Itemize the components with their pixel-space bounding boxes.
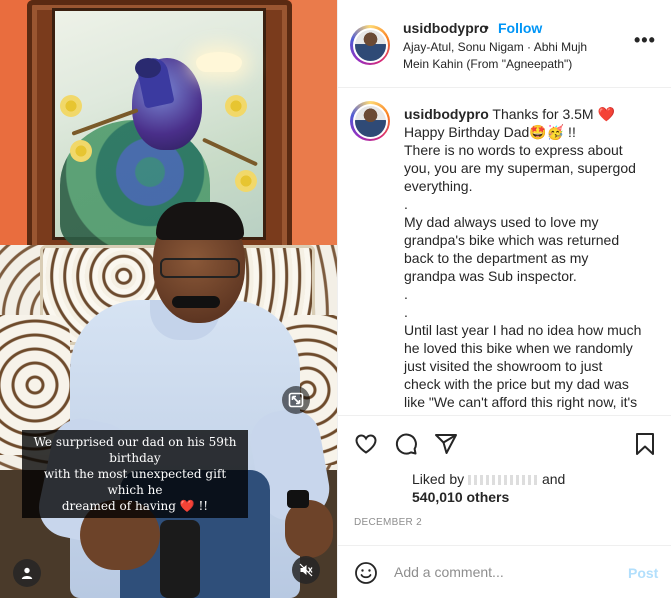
caption-line: back to the department as my bbox=[404, 250, 589, 266]
peacock-head bbox=[135, 58, 161, 78]
caption-line: he loved this bike when we randomly bbox=[404, 340, 633, 356]
mute-icon bbox=[299, 563, 313, 577]
follow-button[interactable]: Follow bbox=[498, 20, 542, 36]
avatar-border bbox=[352, 27, 388, 63]
user-icon bbox=[21, 567, 33, 579]
post-details-panel: usidbodypro • Follow Ajay-Atul, Sonu Nig… bbox=[337, 0, 671, 598]
caption-line: Thanks for 3.5M bbox=[492, 106, 594, 122]
flower bbox=[235, 170, 257, 192]
comment-button[interactable] bbox=[394, 432, 418, 456]
likes-count[interactable]: 540,010 others bbox=[412, 489, 509, 505]
caption-author-avatar[interactable] bbox=[350, 101, 390, 141]
caption-line: . bbox=[404, 304, 408, 320]
caption-line: We surprised our dad on his 59th birthda… bbox=[33, 435, 237, 465]
send-icon bbox=[435, 434, 457, 454]
caption-line: grandpa's bike which was returned bbox=[404, 232, 620, 248]
more-options-button[interactable]: ••• bbox=[634, 30, 656, 51]
bookmark-icon bbox=[636, 433, 654, 455]
person-glasses bbox=[160, 258, 240, 278]
caption-line: There is no words to express about bbox=[404, 142, 623, 158]
like-button[interactable] bbox=[354, 432, 378, 456]
avatar-image bbox=[354, 29, 386, 61]
caption-line: you, you are my superman, supergod bbox=[404, 160, 636, 176]
share-button[interactable] bbox=[434, 432, 458, 456]
post-comment-button[interactable]: Post bbox=[628, 565, 658, 581]
avatar-border bbox=[352, 103, 388, 139]
bottle bbox=[160, 520, 200, 598]
heart-emoji: ❤️ bbox=[179, 499, 195, 513]
mute-button[interactable] bbox=[292, 556, 320, 584]
caption-line: everything. bbox=[404, 178, 473, 194]
caption-username[interactable]: usidbodypro bbox=[404, 106, 489, 122]
post-video[interactable]: We surprised our dad on his 59th birthda… bbox=[0, 0, 337, 598]
flower bbox=[60, 95, 82, 117]
crop-icon bbox=[288, 392, 304, 408]
caption-text: usidbodypro Thanks for 3.5M ❤️ Happy Bir… bbox=[404, 105, 644, 411]
blurred-username[interactable] bbox=[468, 475, 539, 486]
emoji: 🤩🥳 bbox=[529, 124, 565, 140]
caption-line: check with the price but my dad was bbox=[404, 376, 629, 392]
caption-line: . bbox=[404, 196, 408, 212]
heart-icon bbox=[355, 434, 377, 454]
crop-toggle-button[interactable] bbox=[282, 386, 310, 414]
caption-tail: !! bbox=[194, 499, 209, 513]
avatar-image bbox=[354, 105, 386, 137]
liked-by-suffix: and bbox=[541, 471, 566, 487]
author-username[interactable]: usidbodypro bbox=[403, 20, 488, 36]
comment-icon bbox=[395, 433, 417, 455]
caption-tail: !! bbox=[564, 124, 576, 140]
heart-emoji: ❤️ bbox=[597, 106, 615, 122]
smiley-icon bbox=[355, 562, 377, 584]
caption-line: like "We can't afford this right now, it… bbox=[404, 394, 638, 410]
caption-line: dreamed of having bbox=[61, 499, 176, 513]
flower bbox=[225, 95, 247, 117]
lamp bbox=[196, 52, 242, 72]
post-date[interactable]: DECEMBER 2 bbox=[354, 517, 422, 528]
separator-dot: • bbox=[484, 19, 489, 35]
person-hair bbox=[156, 202, 244, 240]
caption-line: My dad always used to love my bbox=[404, 214, 599, 230]
caption-line: Until last year I had no idea how much bbox=[404, 322, 642, 338]
caption-line: grandpa was Sub inspector. bbox=[404, 268, 577, 284]
flower bbox=[70, 140, 92, 162]
caption-line: . bbox=[404, 286, 408, 302]
liked-by-text: Liked by and bbox=[412, 470, 565, 488]
add-comment-bar: Post bbox=[338, 545, 671, 598]
audio-track-link[interactable]: Ajay-Atul, Sonu Nigam · Abhi Mujh Mein K… bbox=[403, 39, 613, 73]
liked-by-prefix: Liked by bbox=[412, 471, 465, 487]
caption-line: just visited the showroom to just bbox=[404, 358, 603, 374]
caption-line: with the most unexpected gift which he bbox=[43, 467, 227, 497]
author-avatar[interactable] bbox=[350, 25, 390, 65]
person-hand bbox=[285, 500, 333, 558]
person-mustache bbox=[172, 296, 220, 308]
caption-section: usidbodypro Thanks for 3.5M ❤️ Happy Bir… bbox=[338, 89, 671, 414]
comment-input[interactable] bbox=[394, 560, 614, 584]
post-header: usidbodypro • Follow Ajay-Atul, Sonu Nig… bbox=[338, 0, 671, 88]
wristwatch bbox=[287, 490, 309, 508]
save-button[interactable] bbox=[634, 432, 656, 456]
caption-line: Happy Birthday Dad bbox=[404, 124, 530, 140]
video-caption-overlay: We surprised our dad on his 59th birthda… bbox=[22, 430, 248, 518]
tagged-users-button[interactable] bbox=[13, 559, 41, 587]
emoji-button[interactable] bbox=[354, 561, 378, 590]
